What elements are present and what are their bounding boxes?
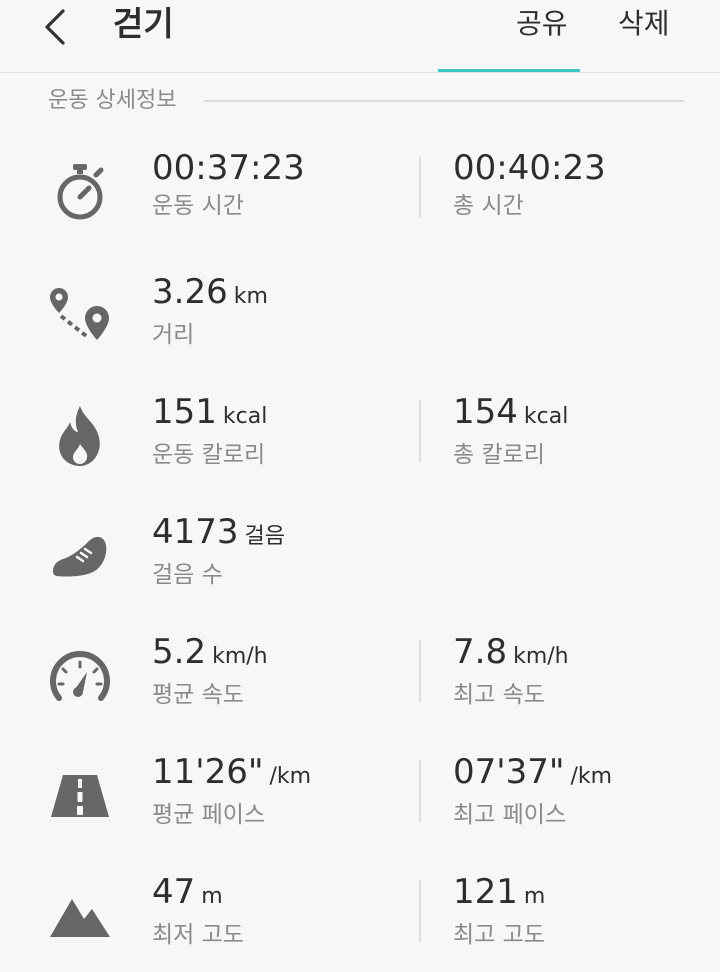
stat-steps: 4173 걸음 걸음 수 bbox=[152, 512, 285, 591]
stat-row-steps: 4173 걸음 걸음 수 bbox=[0, 512, 720, 612]
stat-unit: km/h bbox=[212, 644, 268, 669]
stat-total-time: 00:40:23 총 시간 bbox=[453, 148, 606, 222]
column-divider bbox=[419, 880, 421, 942]
stat-value: 3.26 bbox=[152, 272, 228, 312]
stat-value: 00:40:23 bbox=[453, 148, 606, 188]
road-icon bbox=[46, 762, 114, 830]
stat-min-altitude: 47 m 최저 고도 bbox=[152, 872, 244, 951]
stat-exercise-calories: 151 kcal 운동 칼로리 bbox=[152, 392, 267, 471]
stat-value: 47 bbox=[152, 872, 196, 912]
column-divider bbox=[419, 400, 421, 462]
stat-label: 최저 고도 bbox=[152, 922, 244, 948]
column-divider bbox=[419, 760, 421, 822]
stat-label: 평균 페이스 bbox=[152, 802, 266, 828]
stat-label: 운동 칼로리 bbox=[152, 442, 266, 468]
mountain-icon bbox=[46, 882, 114, 950]
stat-row-altitude: 47 m 최저 고도 121 m 최고 고도 bbox=[0, 872, 720, 972]
stat-unit: km/h bbox=[513, 644, 569, 669]
flame-icon bbox=[46, 402, 114, 470]
stat-label: 평균 속도 bbox=[152, 682, 244, 708]
section-divider bbox=[204, 100, 684, 102]
share-focus-indicator bbox=[438, 69, 580, 72]
stat-label: 총 칼로리 bbox=[453, 442, 545, 468]
stat-label: 최고 속도 bbox=[453, 682, 545, 708]
stat-value: 4173 bbox=[152, 512, 239, 552]
stat-unit: m bbox=[523, 884, 546, 909]
stat-value: 154 bbox=[453, 392, 518, 432]
shoe-icon bbox=[46, 522, 114, 590]
stat-exercise-time: 00:37:23 운동 시간 bbox=[152, 148, 305, 222]
chevron-left-icon bbox=[45, 9, 65, 45]
stat-value: 121 bbox=[453, 872, 518, 912]
stat-average-pace: 11'26"/km 평균 페이스 bbox=[152, 752, 311, 831]
speedometer-icon bbox=[46, 642, 114, 710]
stat-row-time: 00:37:23 운동 시간 00:40:23 총 시간 bbox=[0, 148, 720, 248]
route-icon bbox=[46, 282, 114, 350]
stat-row-speed: 5.2 km/h 평균 속도 7.8 km/h 최고 속도 bbox=[0, 632, 720, 732]
stat-row-calories: 151 kcal 운동 칼로리 154 kcal 총 칼로리 bbox=[0, 392, 720, 492]
back-button[interactable] bbox=[30, 2, 80, 52]
section-title: 운동 상세정보 bbox=[48, 86, 189, 116]
share-button[interactable]: 공유 bbox=[516, 4, 568, 44]
stat-label: 거리 bbox=[152, 322, 195, 348]
stat-average-speed: 5.2 km/h 평균 속도 bbox=[152, 632, 268, 711]
stat-value: 5.2 bbox=[152, 632, 207, 672]
stat-unit: kcal bbox=[523, 404, 569, 429]
stat-unit: kcal bbox=[222, 404, 268, 429]
stat-row-pace: 11'26"/km 평균 페이스 07'37"/km 최고 페이스 bbox=[0, 752, 720, 852]
stopwatch-icon bbox=[46, 158, 114, 226]
stat-value: 11'26" bbox=[152, 752, 264, 792]
stat-value: 00:37:23 bbox=[152, 148, 305, 188]
stat-label: 총 시간 bbox=[453, 193, 524, 219]
stat-label: 운동 시간 bbox=[152, 193, 244, 219]
stat-label: 최고 페이스 bbox=[453, 802, 567, 828]
delete-button[interactable]: 삭제 bbox=[618, 4, 670, 44]
page-title: 걷기 bbox=[113, 4, 174, 43]
stat-max-speed: 7.8 km/h 최고 속도 bbox=[453, 632, 569, 711]
stat-max-altitude: 121 m 최고 고도 bbox=[453, 872, 545, 951]
stat-row-distance: 3.26 km 거리 bbox=[0, 272, 720, 372]
stat-value: 07'37" bbox=[453, 752, 565, 792]
stat-total-calories: 154 kcal 총 칼로리 bbox=[453, 392, 568, 471]
column-divider bbox=[419, 640, 421, 702]
stat-label: 최고 고도 bbox=[453, 922, 545, 948]
stat-distance: 3.26 km 거리 bbox=[152, 272, 268, 351]
stat-value: 7.8 bbox=[453, 632, 508, 672]
stat-value: 151 bbox=[152, 392, 217, 432]
stat-unit: /km bbox=[269, 764, 312, 789]
stat-best-pace: 07'37"/km 최고 페이스 bbox=[453, 752, 612, 831]
stat-unit: m bbox=[201, 884, 223, 909]
app-header: 걷기 공유 삭제 bbox=[0, 0, 720, 73]
stat-unit: 걸음 bbox=[244, 524, 286, 549]
column-divider bbox=[419, 156, 421, 218]
stat-unit: /km bbox=[570, 764, 613, 789]
stat-label: 걸음 수 bbox=[152, 562, 223, 588]
stat-unit: km bbox=[233, 284, 268, 309]
